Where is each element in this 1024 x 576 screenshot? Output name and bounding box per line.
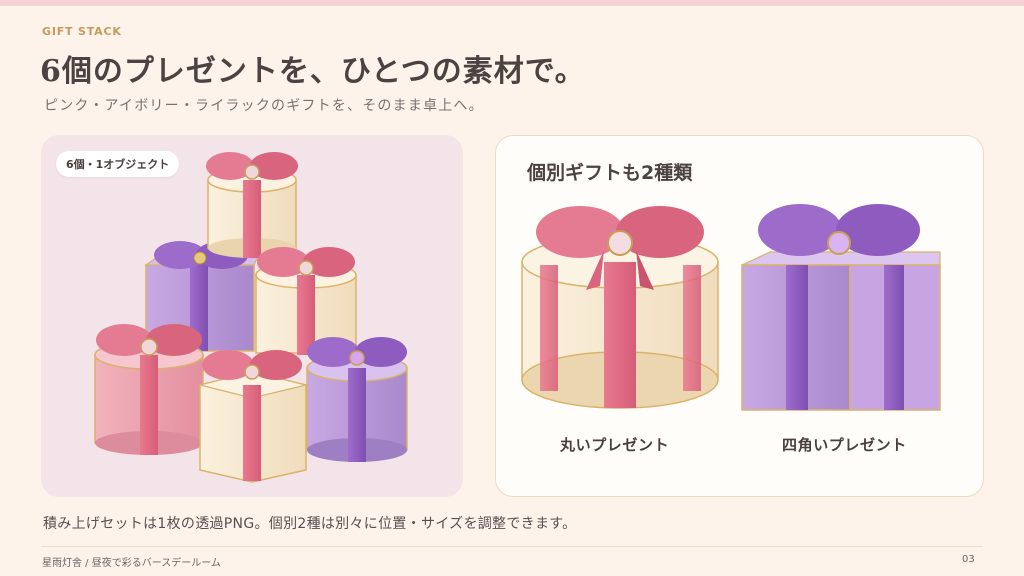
usage-caption: 積み上げセットは1枚の透過PNG。個別2種は別々に位置・サイズを調整できます。 <box>43 516 577 532</box>
round-gift-label: 丸いプレゼント <box>560 436 670 454</box>
square-gift-box-icon <box>741 204 941 411</box>
page-number: 03 <box>962 554 975 565</box>
footer-divider <box>41 546 983 547</box>
square-gift-label: 四角いプレゼント <box>782 436 907 454</box>
footer-title: 星雨灯舎 / 昼夜で彩るバースデールーム <box>42 558 221 569</box>
